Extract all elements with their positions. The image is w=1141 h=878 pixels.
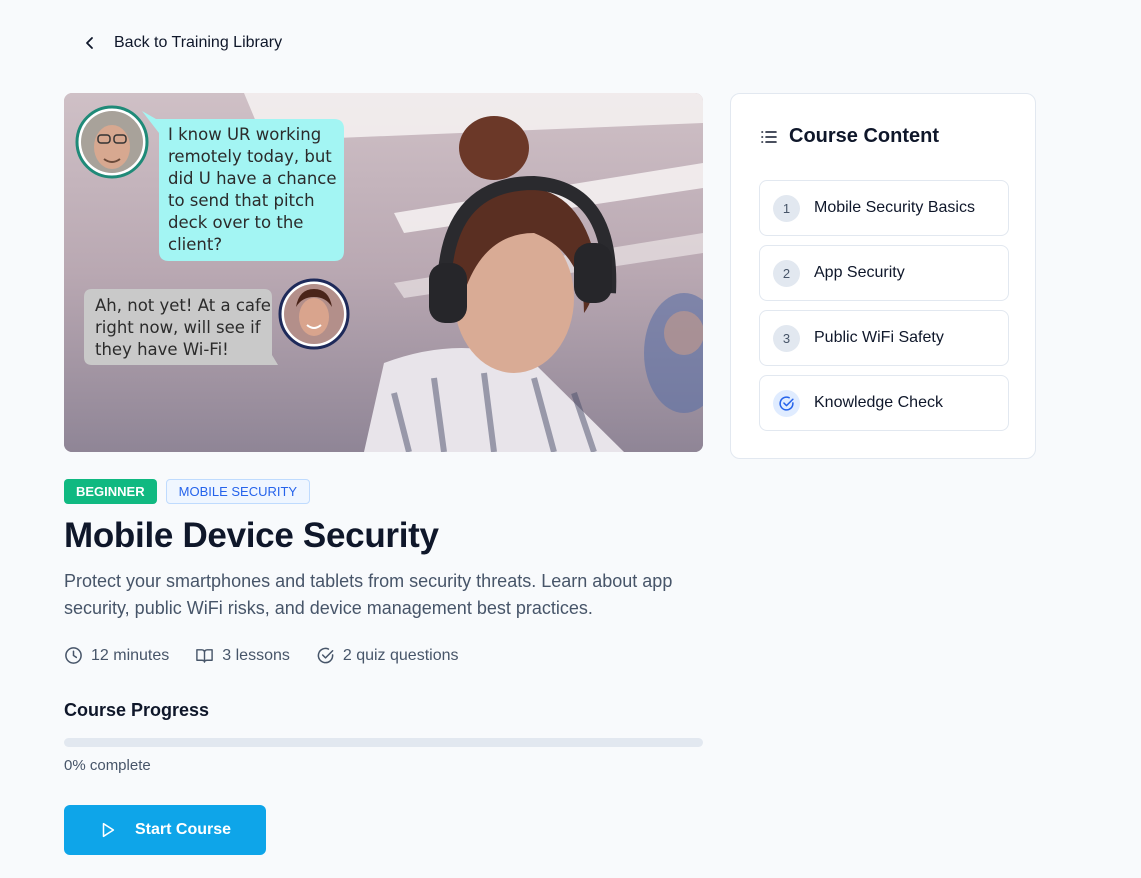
hero-photo-illustration <box>64 93 703 452</box>
progress-bar <box>64 738 703 747</box>
course-description: Protect your smartphones and tablets fro… <box>64 571 673 618</box>
progress-text: 0% complete <box>64 757 151 774</box>
lessons-text: 3 lessons <box>222 646 290 664</box>
course-content-panel: Course Content 1 Mobile Security Basics … <box>730 93 1036 459</box>
course-content-title: Course Content <box>789 125 939 147</box>
lesson-item-2[interactable]: 2 App Security <box>759 245 1009 301</box>
chat-bubble-message-1: I know UR working remotely today, but di… <box>168 125 337 254</box>
progress-heading: Course Progress <box>64 700 210 720</box>
quiz-meta: 2 quiz questions <box>316 646 459 665</box>
quiz-text: 2 quiz questions <box>342 646 459 664</box>
course-meta: 12 minutes 3 lessons 2 quiz questions <box>64 646 459 665</box>
lesson-label: Knowledge Check <box>814 394 943 411</box>
knowledge-check-item[interactable]: Knowledge Check <box>759 375 1009 431</box>
lesson-number: 2 <box>773 259 800 287</box>
category-badge: MOBILE SECURITY <box>165 479 311 504</box>
lesson-label: Public WiFi Safety <box>814 329 944 346</box>
book-open-icon <box>196 649 214 663</box>
lesson-label: Mobile Security Basics <box>814 199 975 216</box>
start-course-label: Start Course <box>134 821 232 838</box>
course-hero-image: I know UR working remotely today, but di… <box>64 93 703 452</box>
chat-bubble-message-2: Ah, not yet! At a cafe right now, will s… <box>95 296 271 359</box>
play-icon <box>102 822 115 838</box>
start-course-button[interactable]: Start Course <box>64 805 266 855</box>
lessons-meta: 3 lessons <box>195 646 290 665</box>
back-link-label: Back to Training Library <box>114 34 283 51</box>
course-content-header: Course Content <box>759 125 939 148</box>
lesson-label: App Security <box>814 264 905 281</box>
course-tags: BEGINNER MOBILE SECURITY <box>64 479 311 504</box>
check-circle-icon <box>773 389 800 417</box>
lesson-item-3[interactable]: 3 Public WiFi Safety <box>759 310 1009 366</box>
lesson-number: 3 <box>773 324 800 352</box>
lesson-item-1[interactable]: 1 Mobile Security Basics <box>759 180 1009 236</box>
lesson-number: 1 <box>773 194 800 222</box>
chevron-left-icon <box>86 37 93 49</box>
course-title: Mobile Device Security <box>64 516 439 555</box>
clock-icon <box>65 647 82 664</box>
check-circle-icon <box>317 647 334 664</box>
back-to-library-link[interactable]: Back to Training Library <box>80 28 282 58</box>
level-badge: BEGINNER <box>64 479 157 504</box>
list-icon <box>761 130 777 143</box>
duration-meta: 12 minutes <box>64 646 169 665</box>
duration-text: 12 minutes <box>91 646 170 664</box>
